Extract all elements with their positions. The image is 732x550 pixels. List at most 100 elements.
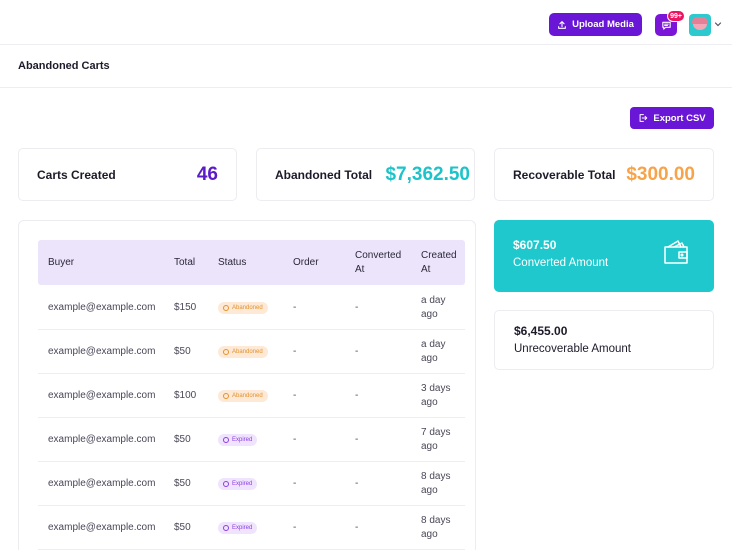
cell-total-text: $50 xyxy=(174,478,191,489)
cell-buyer-text: example@example.com xyxy=(48,434,156,445)
cell-order-text: - xyxy=(293,478,297,489)
page-title: Abandoned Carts xyxy=(18,60,110,72)
unrecoverable-amount-value: $6,455.00 xyxy=(514,324,568,338)
cell-order: - xyxy=(293,374,343,418)
cell-total-text: $100 xyxy=(174,390,197,401)
cell-buyer[interactable]: example@example.com xyxy=(48,330,168,374)
cell-order-text: - xyxy=(293,302,297,313)
cell-created-at-text: 8 days ago xyxy=(421,515,451,540)
status-badge-label: Abandoned xyxy=(232,349,263,355)
status-badge-label: Expired xyxy=(232,525,253,531)
cell-converted-at-text: - xyxy=(355,390,359,401)
abandoned-total-card: Abandoned Total $7,362.50 xyxy=(256,148,475,201)
column-header-created-at[interactable]: Created At xyxy=(421,240,463,285)
cell-buyer[interactable]: example@example.com xyxy=(48,506,168,550)
cell-order-text: - xyxy=(293,522,297,533)
table-row[interactable]: example@example.com $50 Expired - - 8 days ag… xyxy=(38,506,465,550)
cell-status: Abandoned xyxy=(218,330,288,374)
clock-icon xyxy=(223,393,229,399)
column-header-buyer[interactable]: Buyer xyxy=(48,240,168,285)
unrecoverable-amount-label: Unrecoverable Amount xyxy=(514,343,631,355)
cell-created-at-text: a day ago xyxy=(421,295,446,320)
cell-total-text: $150 xyxy=(174,302,197,313)
cell-created-at: 8 days ago xyxy=(421,506,463,550)
status-badge: Expired xyxy=(218,522,258,534)
cell-total: $100 xyxy=(174,374,214,418)
table-row[interactable]: example@example.com $50 Expired - - 8 days ag… xyxy=(38,462,465,506)
cell-buyer[interactable]: example@example.com xyxy=(48,418,168,462)
cell-order: - xyxy=(293,418,343,462)
cell-converted-at-text: - xyxy=(355,522,359,533)
table-row[interactable]: example@example.com $100 Abandoned - - 3 days… xyxy=(38,374,465,418)
user-avatar[interactable] xyxy=(689,14,711,36)
cell-created-at: 3 days ago xyxy=(421,374,463,418)
cell-buyer-text: example@example.com xyxy=(48,478,156,489)
clock-icon xyxy=(223,305,229,311)
table-row[interactable]: example@example.com $50 Abandoned - - a day a… xyxy=(38,330,465,374)
cell-converted-at: - xyxy=(355,374,410,418)
upload-media-label: Upload Media xyxy=(572,19,634,30)
cell-total: $50 xyxy=(174,506,214,550)
status-badge: Abandoned xyxy=(218,390,268,402)
cell-total-text: $50 xyxy=(174,434,191,445)
cell-converted-at: - xyxy=(355,330,410,374)
cell-created-at-text: 3 days ago xyxy=(421,383,451,408)
status-badge-label: Abandoned xyxy=(232,305,263,311)
unrecoverable-amount-card: $6,455.00 Unrecoverable Amount xyxy=(494,310,714,370)
recoverable-total-card: Recoverable Total $300.00 xyxy=(494,148,714,201)
avatar-hair xyxy=(692,17,708,24)
cell-order: - xyxy=(293,462,343,506)
column-header-status[interactable]: Status xyxy=(218,240,288,285)
status-badge-label: Abandoned xyxy=(232,393,263,399)
cell-order-text: - xyxy=(293,390,297,401)
export-csv-button[interactable]: Export CSV xyxy=(630,107,714,129)
cell-converted-at: - xyxy=(355,462,410,506)
cell-buyer-text: example@example.com xyxy=(48,346,156,357)
cell-buyer-text: example@example.com xyxy=(48,522,156,533)
table-row[interactable]: example@example.com $150 Abandoned - - a day … xyxy=(38,286,465,330)
cell-created-at: 8 days ago xyxy=(421,462,463,506)
cell-created-at-text: a day ago xyxy=(421,339,446,364)
upload-icon xyxy=(558,20,566,29)
cell-created-at: 7 days ago xyxy=(421,418,463,462)
status-badge-label: Expired xyxy=(232,481,253,487)
table-row[interactable]: example@example.com $50 Expired - - 7 days ag… xyxy=(38,418,465,462)
table-header: Buyer Total Status Order Converted At Cr… xyxy=(38,240,465,285)
cell-created-at: a day ago xyxy=(421,286,463,330)
cell-total: $150 xyxy=(174,286,214,330)
converted-amount-value: $607.50 xyxy=(513,238,557,252)
status-badge: Abandoned xyxy=(218,302,268,314)
cell-status: Abandoned xyxy=(218,286,288,330)
cell-buyer-text: example@example.com xyxy=(48,302,156,313)
recoverable-total-label: Recoverable Total xyxy=(513,167,616,182)
cell-created-at-text: 8 days ago xyxy=(421,471,451,496)
upload-media-button[interactable]: Upload Media xyxy=(549,13,642,36)
carts-table-card: Buyer Total Status Order Converted At Cr… xyxy=(18,220,476,550)
carts-created-label: Carts Created xyxy=(37,167,116,182)
cell-buyer[interactable]: example@example.com xyxy=(48,286,168,330)
abandoned-total-value: $7,362.50 xyxy=(385,163,470,185)
chevron-down-icon[interactable] xyxy=(713,19,723,29)
cell-total-text: $50 xyxy=(174,522,191,533)
cell-status: Abandoned xyxy=(218,374,288,418)
cell-order: - xyxy=(293,506,343,550)
cell-created-at-text: 7 days ago xyxy=(421,427,451,452)
cell-buyer[interactable]: example@example.com xyxy=(48,462,168,506)
cell-total: $50 xyxy=(174,462,214,506)
wallet-icon xyxy=(664,240,688,264)
status-badge-label: Expired xyxy=(232,437,253,443)
column-header-total[interactable]: Total xyxy=(174,240,214,285)
cell-total: $50 xyxy=(174,330,214,374)
column-header-converted-at[interactable]: Converted At xyxy=(355,240,410,285)
cell-converted-at-text: - xyxy=(355,434,359,445)
cell-converted-at-text: - xyxy=(355,302,359,313)
cell-converted-at-text: - xyxy=(355,478,359,489)
cell-buyer[interactable]: example@example.com xyxy=(48,374,168,418)
status-badge: Expired xyxy=(218,478,258,490)
cell-converted-at-text: - xyxy=(355,346,359,357)
column-header-order[interactable]: Order xyxy=(293,240,343,285)
cell-order: - xyxy=(293,286,343,330)
cell-converted-at: - xyxy=(355,286,410,330)
cell-total-text: $50 xyxy=(174,346,191,357)
page-header: Abandoned Carts xyxy=(0,45,732,88)
